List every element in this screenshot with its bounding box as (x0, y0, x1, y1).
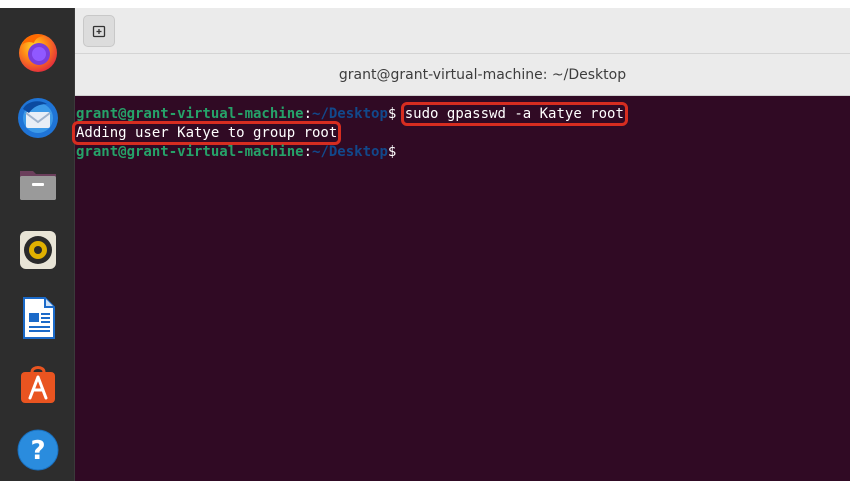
desktop: ? grant@grant-virtual-machine: ~/Desktop… (0, 0, 850, 481)
firefox-icon[interactable] (12, 26, 64, 78)
svg-text:?: ? (30, 436, 45, 466)
prompt-dollar: $ (387, 144, 397, 160)
prompt-path: ~/Desktop (312, 144, 388, 160)
rhythmbox-icon[interactable] (12, 224, 64, 276)
prompt-separator: : (303, 106, 313, 122)
top-panel (0, 0, 850, 8)
prompt-user: grant@grant-virtual-machine (76, 106, 304, 122)
command-output: Adding user Katye to group root (71, 121, 342, 145)
tab-bar (75, 8, 850, 54)
new-tab-button[interactable] (83, 15, 115, 47)
prompt-path: ~/Desktop (312, 106, 388, 122)
title-bar: grant@grant-virtual-machine: ~/Desktop (75, 54, 850, 96)
window-title: grant@grant-virtual-machine: ~/Desktop (338, 66, 627, 83)
terminal-line-2: Adding user Katye to group root (71, 121, 342, 145)
new-tab-icon (92, 25, 106, 38)
command-text: sudo gpasswd -a Katye root (400, 102, 628, 126)
software-center-icon[interactable] (12, 358, 64, 410)
dock: ? (0, 8, 75, 481)
terminal-content[interactable]: grant@grant-virtual-machine:~/Desktop$ s… (71, 96, 850, 481)
terminal-line-1: grant@grant-virtual-machine:~/Desktop$ s… (76, 102, 628, 126)
prompt-dollar: $ (387, 106, 397, 122)
terminal-line-3: grant@grant-virtual-machine:~/Desktop$ (76, 142, 404, 162)
terminal-window: grant@grant-virtual-machine: ~/Desktop g… (71, 8, 850, 481)
prompt-user: grant@grant-virtual-machine (76, 144, 304, 160)
cursor (396, 142, 404, 158)
thunderbird-icon[interactable] (12, 92, 64, 144)
prompt-separator: : (303, 144, 313, 160)
libreoffice-writer-icon[interactable] (12, 292, 64, 344)
help-icon[interactable]: ? (12, 424, 64, 476)
files-icon[interactable] (12, 158, 64, 210)
